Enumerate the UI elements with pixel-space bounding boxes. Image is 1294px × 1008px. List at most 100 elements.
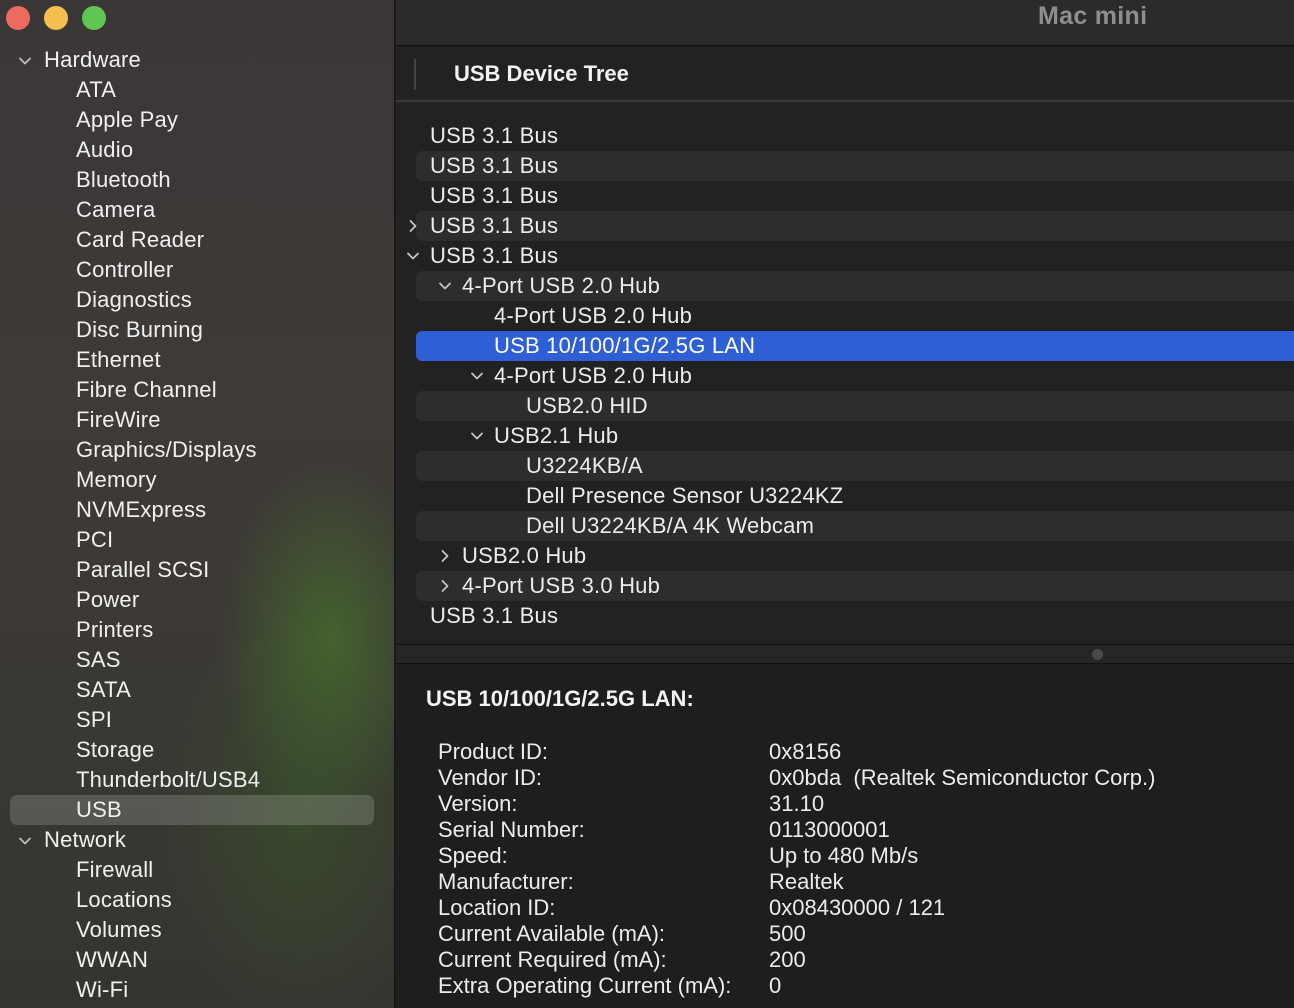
tree-row[interactable]: USB 10/100/1G/2.5G LAN — [416, 331, 1294, 361]
tree-row[interactable]: USB2.1 Hub — [416, 421, 1294, 451]
chevron-down-icon[interactable] — [18, 834, 32, 848]
sidebar-item-label: Memory — [76, 467, 157, 492]
tree-row-label: USB 3.1 Bus — [430, 243, 559, 268]
sidebar-item-graphics-displays[interactable]: Graphics/Displays — [0, 435, 394, 465]
tree-row[interactable]: Dell U3224KB/A 4K Webcam — [416, 511, 1294, 541]
sidebar-item-printers[interactable]: Printers — [0, 615, 394, 645]
minimize-button[interactable] — [44, 6, 68, 30]
tree-row[interactable]: 4-Port USB 2.0 Hub — [416, 361, 1294, 391]
tree-row[interactable]: USB 3.1 Bus — [416, 181, 1294, 211]
split-view-divider[interactable] — [396, 644, 1294, 664]
sidebar-item-label: NVMExpress — [76, 497, 207, 522]
sidebar-item-bluetooth[interactable]: Bluetooth — [0, 165, 394, 195]
property-key: Extra Operating Current (mA): — [438, 973, 732, 998]
sidebar-item-memory[interactable]: Memory — [0, 465, 394, 495]
sidebar-item-thunderbolt-usb4[interactable]: Thunderbolt/USB4 — [0, 765, 394, 795]
sidebar-item-ethernet[interactable]: Ethernet — [0, 345, 394, 375]
sidebar-item-apple-pay[interactable]: Apple Pay — [0, 105, 394, 135]
sidebar-item-sata[interactable]: SATA — [0, 675, 394, 705]
tree-row[interactable]: Dell Presence Sensor U3224KZ — [416, 481, 1294, 511]
tree-row-label: USB 10/100/1G/2.5G LAN — [494, 333, 756, 358]
tree-row-label: USB2.1 Hub — [494, 423, 619, 448]
sidebar-item-label: Wi-Fi — [76, 977, 129, 1002]
tree-row[interactable]: 4-Port USB 2.0 Hub — [416, 271, 1294, 301]
chevron-right-icon[interactable] — [406, 219, 420, 233]
sidebar-item-fibre-channel[interactable]: Fibre Channel — [0, 375, 394, 405]
tree-row[interactable]: USB2.0 HID — [416, 391, 1294, 421]
sidebar-item-firewall[interactable]: Firewall — [0, 855, 394, 885]
property-row: Extra Operating Current (mA): 0 — [438, 973, 1278, 999]
chevron-right-icon[interactable] — [438, 579, 452, 593]
main-pane: Mac mini USB Device Tree USB 3.1 Bus USB … — [396, 0, 1294, 1008]
tree-header-title[interactable]: USB Device Tree — [454, 61, 629, 87]
sidebar-item-disc-burning[interactable]: Disc Burning — [0, 315, 394, 345]
tree-row[interactable]: U3224KB/A — [416, 451, 1294, 481]
chevron-right-icon[interactable] — [438, 549, 452, 563]
property-row: Current Required (mA): 200 — [438, 947, 1278, 973]
sidebar-item-label: Storage — [76, 737, 155, 762]
sidebar-item-wwan[interactable]: WWAN — [0, 945, 394, 975]
sidebar-item-storage[interactable]: Storage — [0, 735, 394, 765]
sidebar-item-nvmexpress[interactable]: NVMExpress — [0, 495, 394, 525]
chevron-down-icon[interactable] — [438, 279, 452, 293]
sidebar-item-camera[interactable]: Camera — [0, 195, 394, 225]
chevron-down-icon[interactable] — [18, 54, 32, 68]
sidebar-list: Hardware ATA Apple Pay Audio Bluetooth Camera… — [0, 45, 394, 1005]
tree-row-label: USB2.0 HID — [526, 393, 648, 418]
sidebar-item-firewire[interactable]: FireWire — [0, 405, 394, 435]
sidebar-item-label: Card Reader — [76, 227, 205, 252]
property-key: Serial Number: — [438, 817, 585, 842]
tree-row-label: 4-Port USB 2.0 Hub — [494, 303, 693, 328]
sidebar-item-label: Controller — [76, 257, 174, 282]
sidebar-item-card-reader[interactable]: Card Reader — [0, 225, 394, 255]
sidebar-item-label: Bluetooth — [76, 167, 171, 192]
sidebar-item-parallel-scsi[interactable]: Parallel SCSI — [0, 555, 394, 585]
tree-row[interactable]: USB 3.1 Bus — [416, 601, 1294, 631]
chevron-down-icon[interactable] — [406, 249, 420, 263]
property-key: Product ID: — [438, 739, 549, 764]
sidebar-section-hardware[interactable]: Hardware — [0, 45, 394, 75]
tree-row[interactable]: 4-Port USB 2.0 Hub — [416, 301, 1294, 331]
sidebar-item-label: Power — [76, 587, 140, 612]
sidebar-item-diagnostics[interactable]: Diagnostics — [0, 285, 394, 315]
sidebar-item-controller[interactable]: Controller — [0, 255, 394, 285]
sidebar-item-power[interactable]: Power — [0, 585, 394, 615]
zoom-button[interactable] — [82, 6, 106, 30]
window-title: Mac mini — [1038, 2, 1148, 30]
property-value: 0x8156 — [769, 739, 842, 764]
chevron-down-icon[interactable] — [470, 369, 484, 383]
sidebar-item-label: Fibre Channel — [76, 377, 217, 402]
sidebar-item-label: USB — [76, 797, 122, 822]
property-key: Current Available (mA): — [438, 921, 666, 946]
sidebar-item-label: Ethernet — [76, 347, 161, 372]
sidebar-item-label: Diagnostics — [76, 287, 192, 312]
chevron-down-icon[interactable] — [470, 429, 484, 443]
property-row: Version: 31.10 — [438, 791, 1278, 817]
sidebar-item-usb[interactable]: USB — [0, 795, 394, 825]
tree-row[interactable]: USB 3.1 Bus — [409, 211, 1294, 241]
sidebar-section-label: Network — [44, 827, 127, 852]
sidebar-item-volumes[interactable]: Volumes — [0, 915, 394, 945]
sidebar-item-locations[interactable]: Locations — [0, 885, 394, 915]
sidebar-item-ata[interactable]: ATA — [0, 75, 394, 105]
sidebar-section-network[interactable]: Network — [0, 825, 394, 855]
sidebar-item-label: Camera — [76, 197, 156, 222]
property-value: 0 — [769, 973, 782, 998]
tree-row[interactable]: USB 3.1 Bus — [407, 241, 1294, 271]
tree-row-label: USB 3.1 Bus — [430, 153, 559, 178]
property-key: Speed: — [438, 843, 508, 868]
sidebar-item-label: SPI — [76, 707, 113, 732]
close-button[interactable] — [6, 6, 30, 30]
sidebar-item-audio[interactable]: Audio — [0, 135, 394, 165]
sidebar-item-sas[interactable]: SAS — [0, 645, 394, 675]
sidebar-item-pci[interactable]: PCI — [0, 525, 394, 555]
tree-row[interactable]: USB 3.1 Bus — [416, 121, 1294, 151]
tree-row[interactable]: 4-Port USB 3.0 Hub — [416, 571, 1294, 601]
sidebar-item-wi-fi[interactable]: Wi-Fi — [0, 975, 394, 1005]
divider-handle[interactable] — [1092, 649, 1103, 660]
property-key: Vendor ID: — [438, 765, 542, 790]
tree-row[interactable]: USB2.0 Hub — [416, 541, 1294, 571]
sidebar-item-spi[interactable]: SPI — [0, 705, 394, 735]
sidebar-item-label: Printers — [76, 617, 154, 642]
tree-row[interactable]: USB 3.1 Bus — [416, 151, 1294, 181]
